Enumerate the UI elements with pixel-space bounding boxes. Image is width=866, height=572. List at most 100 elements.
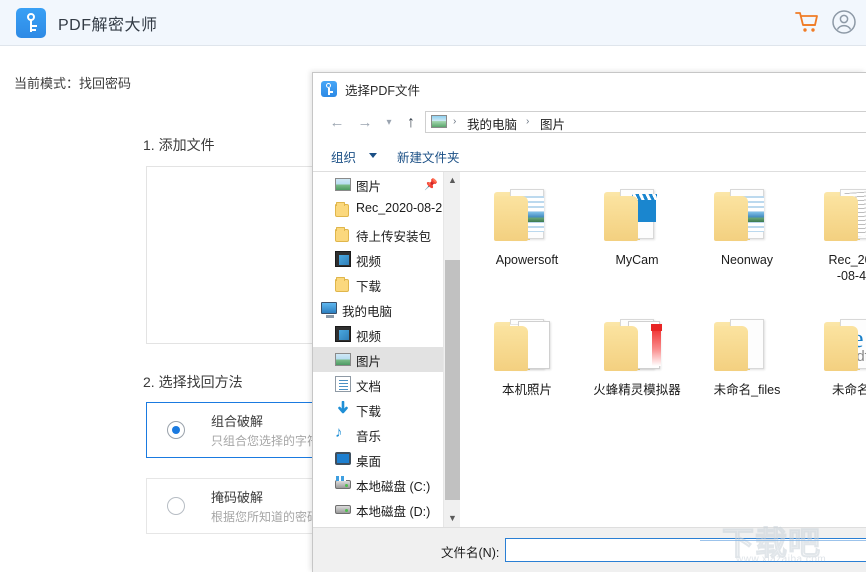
folder-icon xyxy=(335,197,351,222)
breadcrumb-separator: › xyxy=(453,116,457,127)
video-icon xyxy=(335,247,351,272)
step2-title: 2. 选择找回方法 xyxy=(143,374,243,390)
new-folder-button[interactable]: 新建文件夹 xyxy=(397,147,460,166)
folder-sheets-icon xyxy=(492,316,562,378)
radio-mask[interactable] xyxy=(167,497,185,515)
file-list-pane[interactable]: Apowersoft MyCam Neonway Rec_2020-08-43- 本机照… xyxy=(460,172,866,527)
file-tile-label: 未命名_files xyxy=(713,383,781,397)
arrow-left-icon[interactable]: ← xyxy=(327,113,347,133)
chevron-down-icon[interactable]: ▾ xyxy=(379,113,399,133)
file-tile[interactable]: Neonway xyxy=(692,180,802,305)
tree-item[interactable]: 本地磁盘 (D:) xyxy=(313,497,443,522)
key-icon xyxy=(16,8,46,38)
pictures-icon xyxy=(431,115,447,128)
organize-button[interactable]: 组织 xyxy=(331,147,356,166)
screen-root: PDF解密大师 当前模式：找回密码 1. 添加文件 2. 选择找回方法 组合破解… xyxy=(0,0,866,572)
desktop-icon xyxy=(335,447,351,472)
file-tile-label: 本机照片 xyxy=(501,383,552,397)
breadcrumb-separator: › xyxy=(526,116,530,127)
dialog-titlebar: 选择PDF文件 xyxy=(313,73,866,105)
navigation-pane: 图片 📌 Rec_2020-08-2 待上传安装包 视频 下载 我的电脑 视频 图片 文档 下载 ♪ 音… xyxy=(313,172,443,527)
tree-item[interactable]: 下载 xyxy=(313,397,443,422)
file-tile[interactable]: Apowersoft xyxy=(472,180,582,305)
step1-title: 1. 添加文件 xyxy=(143,137,215,153)
local-disk-icon xyxy=(335,497,351,522)
tree-item-label: 视频 xyxy=(356,330,382,344)
chevron-up-icon[interactable]: ▲ xyxy=(444,172,461,189)
computer-icon xyxy=(321,297,337,322)
tree-item[interactable]: 图片 xyxy=(313,347,443,372)
file-tile-label: 火蜂精灵模拟器 xyxy=(593,383,681,397)
file-tile-label: Rec_2020-08-43- xyxy=(828,253,866,283)
tree-item[interactable]: 下载 xyxy=(313,272,443,297)
key-icon xyxy=(321,81,337,97)
file-tile-label: Neonway xyxy=(720,253,774,267)
file-tile[interactable]: MyCam xyxy=(582,180,692,305)
caret-down-icon[interactable] xyxy=(369,153,377,158)
method-name: 掩码破解 xyxy=(211,490,264,505)
tree-item-label: Rec_2020-08-2 xyxy=(356,201,443,215)
app-title: PDF解密大师 xyxy=(58,17,158,34)
tree-item-label: 音乐 xyxy=(356,430,382,444)
music-icon: ♪ xyxy=(335,424,343,441)
dialog-body: 图片 📌 Rec_2020-08-2 待上传安装包 视频 下载 我的电脑 视频 图片 文档 下载 ♪ 音… xyxy=(313,172,866,527)
tree-item[interactable]: 待上传安装包 xyxy=(313,222,443,247)
tree-item-label: 图片 xyxy=(356,180,382,194)
chevron-down-icon[interactable]: ▼ xyxy=(444,510,461,527)
scrollbar-thumb[interactable] xyxy=(445,260,460,500)
tree-item-label: 下载 xyxy=(356,280,382,294)
folder-icon xyxy=(335,222,351,247)
local-disk-c-icon xyxy=(335,472,351,497)
shopping-cart-icon[interactable] xyxy=(792,8,820,36)
file-tile[interactable]: Rec_2020-08-43- xyxy=(802,180,866,305)
file-tile[interactable]: 本机照片 xyxy=(472,310,582,435)
tree-item-label: 文档 xyxy=(356,380,382,394)
file-tile[interactable]: 火蜂精灵模拟器 xyxy=(582,310,692,435)
radio-combination[interactable] xyxy=(167,421,185,439)
file-tile-label: 未命名图 xyxy=(831,383,866,397)
dialog-title: 选择PDF文件 xyxy=(345,84,421,98)
filename-label: 文件名(N): xyxy=(441,546,500,560)
download-icon xyxy=(335,397,351,422)
arrow-up-icon[interactable]: ↑ xyxy=(401,113,421,133)
method-name: 组合破解 xyxy=(211,414,264,429)
folder-edge-icon: epdf xyxy=(822,316,866,378)
tree-item[interactable]: ♪ 音乐 xyxy=(313,422,443,447)
tree-item-label: 视频 xyxy=(356,255,382,269)
user-account-icon[interactable] xyxy=(830,8,858,36)
folder-pictures-icon xyxy=(492,186,562,248)
tree-item[interactable]: 图片 📌 xyxy=(313,172,443,197)
tree-item-label: 本地磁盘 (C:) xyxy=(356,480,431,494)
pin-icon[interactable]: 📌 xyxy=(424,178,438,191)
folder-gear-icon xyxy=(712,316,782,378)
folder-icon xyxy=(335,272,351,297)
tree-item[interactable]: Rec_2020-08-2 xyxy=(313,197,443,222)
tree-item[interactable]: 我的电脑 xyxy=(313,297,443,322)
dialog-address-bar: ← → ▾ ↑ › 我的电脑 › 图片 xyxy=(313,105,866,140)
file-tile[interactable]: epdf 未命名图 xyxy=(802,310,866,435)
current-mode-label: 当前模式：找回密码 xyxy=(14,76,132,91)
tree-item[interactable]: 桌面 xyxy=(313,447,443,472)
file-picker-dialog: 选择PDF文件 ← → ▾ ↑ › 我的电脑 › 图片 组织 新建文件夹 图片 📌… xyxy=(312,72,866,572)
tree-item[interactable]: 视频 xyxy=(313,322,443,347)
filename-input[interactable] xyxy=(505,538,866,562)
file-tile[interactable]: 未命名_files xyxy=(692,310,802,435)
tree-item-label: 桌面 xyxy=(356,455,382,469)
file-tile-label: MyCam xyxy=(615,253,659,267)
breadcrumb-part-pictures[interactable]: 图片 xyxy=(540,114,565,133)
pictures-icon xyxy=(335,172,351,197)
pictures-icon xyxy=(335,347,351,372)
tree-item[interactable]: 本地磁盘 (C:) xyxy=(313,472,443,497)
dialog-toolbar: 组织 新建文件夹 xyxy=(313,140,866,172)
arrow-right-icon[interactable]: → xyxy=(355,113,375,133)
folder-pictures-icon xyxy=(712,186,782,248)
breadcrumb[interactable]: › 我的电脑 › 图片 xyxy=(425,111,866,133)
tree-item[interactable]: 文档 xyxy=(313,372,443,397)
dialog-footer: 文件名(N): xyxy=(313,527,866,572)
nav-pane-scrollbar[interactable]: ▲ ▼ xyxy=(443,172,460,527)
tree-item[interactable]: 视频 xyxy=(313,247,443,272)
video-icon xyxy=(335,322,351,347)
breadcrumb-part-computer[interactable]: 我的电脑 xyxy=(467,114,517,133)
tree-item-label: 本地磁盘 (D:) xyxy=(356,505,431,519)
folder-red-icon xyxy=(602,316,672,378)
